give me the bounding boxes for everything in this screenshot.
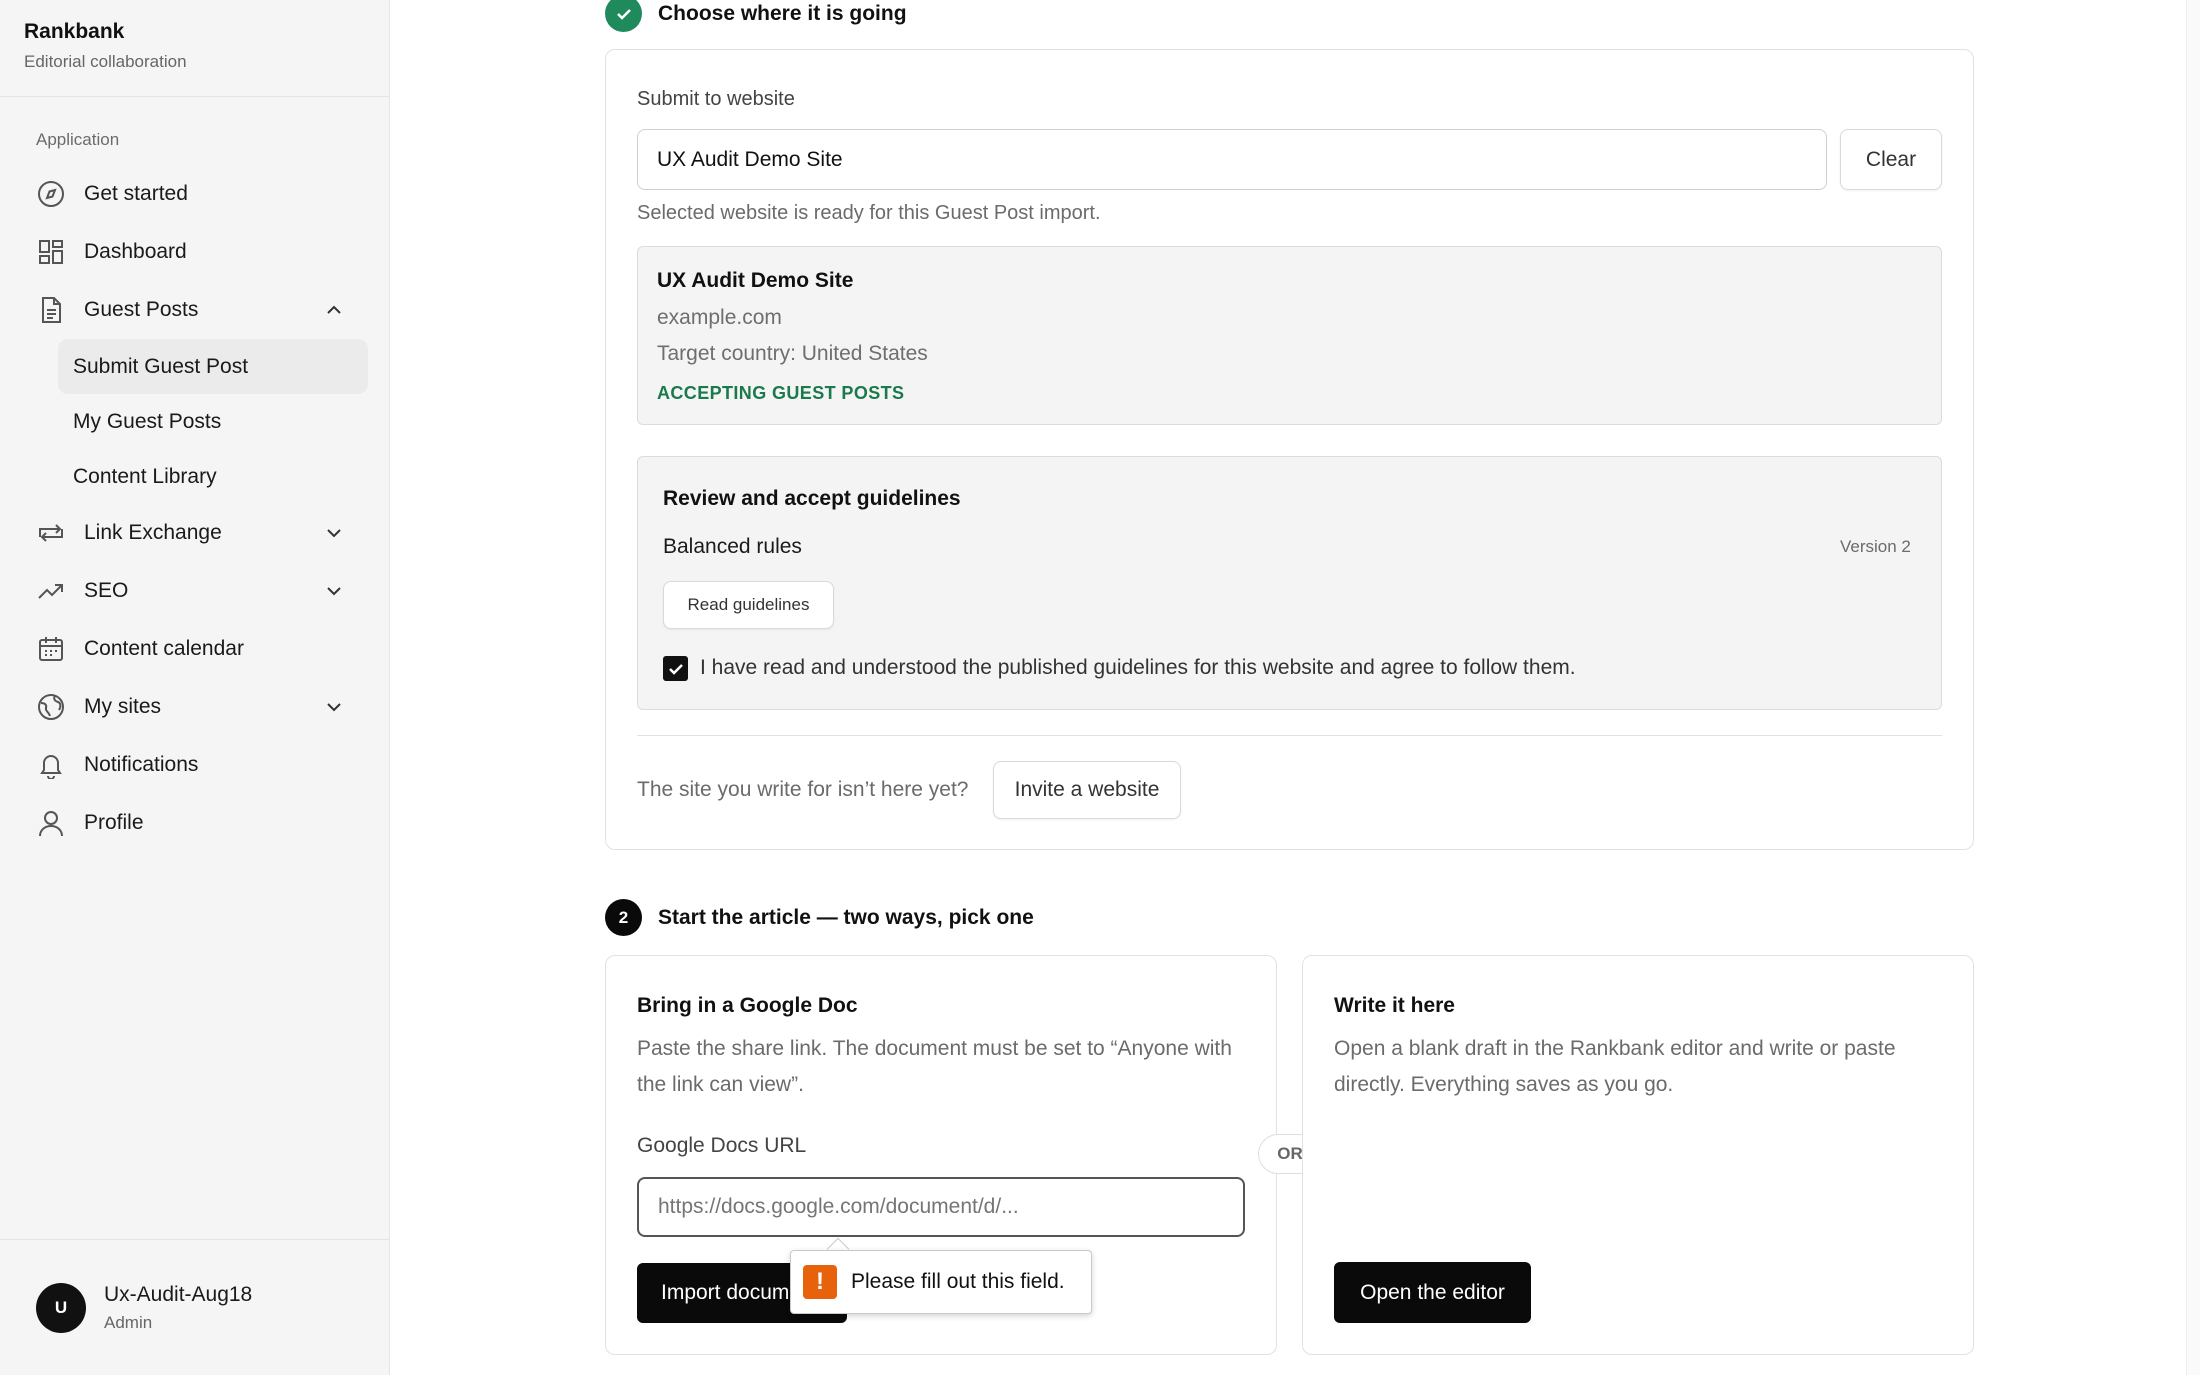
sidebar-item-label: Guest Posts bbox=[84, 298, 199, 321]
sidebar-subitem-content-library[interactable]: Content Library bbox=[58, 449, 368, 504]
site-name: UX Audit Demo Site bbox=[657, 269, 854, 292]
google-doc-desc-line2: the link can view”. bbox=[637, 1073, 804, 1096]
sidebar-item-notifications[interactable]: Notifications bbox=[20, 736, 368, 794]
google-doc-title: Bring in a Google Doc bbox=[637, 994, 858, 1017]
step-2-header: 2 Start the article — two ways, pick one bbox=[605, 899, 1034, 936]
document-icon bbox=[36, 295, 66, 325]
chevron-up-icon[interactable] bbox=[324, 300, 344, 320]
sidebar-item-content-calendar[interactable]: Content calendar bbox=[20, 620, 368, 678]
sidebar-item-label: Notifications bbox=[84, 753, 199, 776]
bell-icon bbox=[36, 750, 66, 780]
step-2-title: Start the article — two ways, pick one bbox=[658, 905, 1034, 929]
step-1-title: Choose where it is going bbox=[658, 1, 907, 25]
website-input[interactable]: UX Audit Demo Site bbox=[637, 129, 1827, 190]
website-field-label: Submit to website bbox=[637, 88, 795, 110]
user-name: Ux-Audit-Aug18 bbox=[104, 1282, 253, 1306]
editor-desc-line2: directly. Everything saves as you go. bbox=[1334, 1073, 1674, 1096]
sidebar-nav: Get started Dashboard Guest Posts Submit… bbox=[20, 165, 368, 852]
check-icon bbox=[605, 0, 642, 32]
guidelines-title: Review and accept guidelines bbox=[663, 487, 961, 510]
google-docs-url-label: Google Docs URL bbox=[637, 1134, 807, 1157]
sidebar-item-label: Profile bbox=[84, 811, 144, 834]
read-guidelines-button[interactable]: Read guidelines bbox=[663, 581, 834, 629]
user-footer[interactable]: U Ux-Audit-Aug18 Admin bbox=[0, 1239, 390, 1375]
sidebar-item-label: Get started bbox=[84, 182, 188, 205]
guidelines-rules-name: Balanced rules bbox=[663, 535, 802, 558]
open-editor-button[interactable]: Open the editor bbox=[1334, 1262, 1531, 1323]
warning-icon: ! bbox=[803, 1265, 837, 1299]
invite-website-button[interactable]: Invite a website bbox=[993, 761, 1181, 819]
chevron-down-icon[interactable] bbox=[324, 523, 344, 543]
sidebar-item-seo[interactable]: SEO bbox=[20, 562, 368, 620]
compass-icon bbox=[36, 179, 66, 209]
user-role: Admin bbox=[104, 1312, 153, 1332]
scrollbar[interactable] bbox=[2186, 0, 2200, 1375]
brand: Rankbank Editorial collaboration bbox=[0, 0, 389, 97]
website-ready-text: Selected website is ready for this Guest… bbox=[637, 202, 1101, 224]
avatar: U bbox=[36, 1282, 86, 1333]
sidebar-group-label: Application bbox=[36, 130, 120, 149]
sidebar-item-label: Link Exchange bbox=[84, 521, 222, 544]
site-country: Target country: United States bbox=[657, 342, 928, 365]
sidebar-item-label: Content calendar bbox=[84, 637, 244, 660]
trending-up-icon bbox=[36, 576, 66, 606]
exchange-icon bbox=[36, 518, 66, 548]
agree-checkbox[interactable] bbox=[663, 656, 688, 681]
editor-desc-line1: Open a blank draft in the Rankbank edito… bbox=[1334, 1037, 1896, 1060]
dashboard-icon bbox=[36, 237, 66, 267]
sidebar-item-my-sites[interactable]: My sites bbox=[20, 678, 368, 736]
step-1-header: Choose where it is going bbox=[605, 0, 907, 32]
agree-text: I have read and understood the published… bbox=[700, 656, 1576, 679]
guidelines-version: Version 2 bbox=[1840, 537, 1911, 556]
sidebar-item-label: Dashboard bbox=[84, 240, 187, 263]
chevron-down-icon[interactable] bbox=[324, 697, 344, 717]
checkmark-icon bbox=[668, 663, 683, 675]
step-2-number: 2 bbox=[605, 899, 642, 936]
sidebar-item-label: SEO bbox=[84, 579, 129, 602]
sidebar-subitem-submit-guest-post[interactable]: Submit Guest Post bbox=[58, 339, 368, 394]
sidebar-item-profile[interactable]: Profile bbox=[20, 794, 368, 852]
site-status-badge: ACCEPTING GUEST POSTS bbox=[657, 383, 905, 403]
sidebar-subitem-my-guest-posts[interactable]: My Guest Posts bbox=[58, 394, 368, 449]
sidebar-item-dashboard[interactable]: Dashboard bbox=[20, 223, 368, 281]
validation-message: Please fill out this field. bbox=[851, 1270, 1065, 1293]
app-subtitle: Editorial collaboration bbox=[24, 52, 187, 71]
sidebar-item-guest-posts[interactable]: Guest Posts bbox=[20, 281, 368, 339]
chevron-down-icon[interactable] bbox=[324, 581, 344, 601]
invite-prompt: The site you write for isn’t here yet? bbox=[637, 778, 969, 801]
validation-tooltip: ! Please fill out this field. bbox=[790, 1250, 1092, 1314]
google-docs-url-input[interactable] bbox=[637, 1177, 1245, 1237]
clear-button[interactable]: Clear bbox=[1840, 129, 1942, 190]
sidebar: Rankbank Editorial collaboration Applica… bbox=[0, 0, 390, 1375]
sidebar-item-link-exchange[interactable]: Link Exchange bbox=[20, 504, 368, 562]
app-name: Rankbank bbox=[24, 20, 125, 43]
divider bbox=[637, 735, 1942, 736]
globe-icon bbox=[36, 692, 66, 722]
sidebar-item-get-started[interactable]: Get started bbox=[20, 165, 368, 223]
site-domain: example.com bbox=[657, 306, 782, 329]
google-doc-desc-line1: Paste the share link. The document must … bbox=[637, 1037, 1232, 1060]
user-icon bbox=[36, 808, 66, 838]
calendar-icon bbox=[36, 634, 66, 664]
sidebar-item-label: My sites bbox=[84, 695, 162, 718]
editor-title: Write it here bbox=[1334, 994, 1455, 1017]
